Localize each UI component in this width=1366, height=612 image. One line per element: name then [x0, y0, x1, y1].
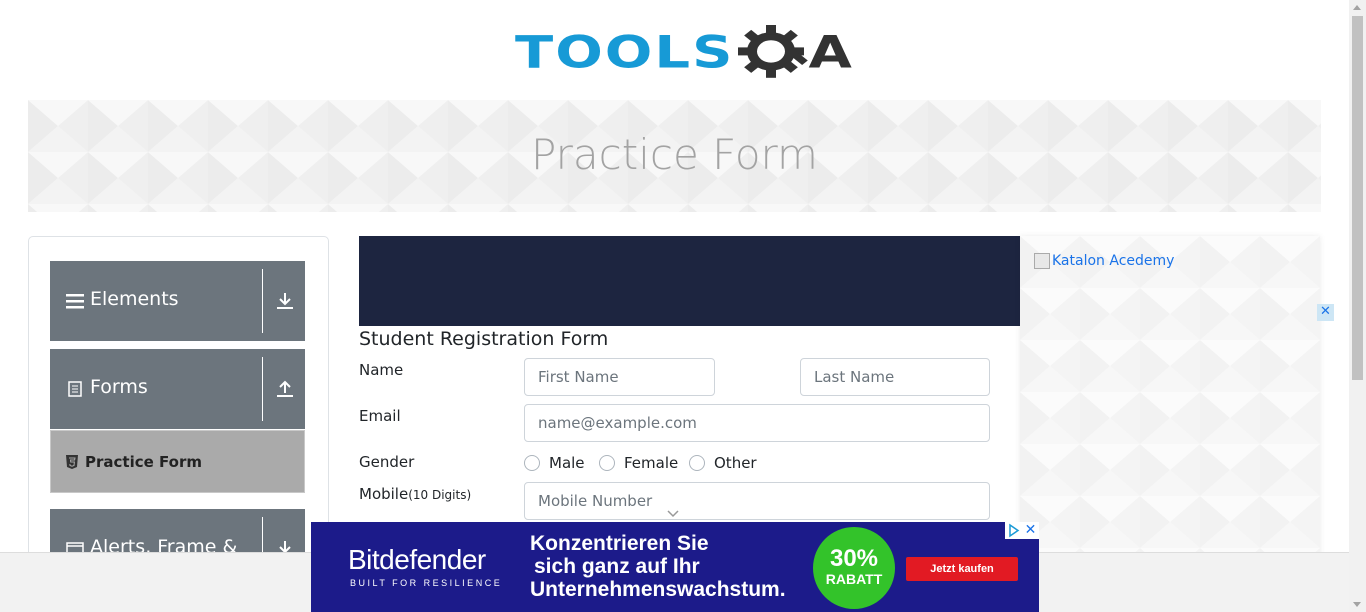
radio-label[interactable]: Male: [549, 454, 585, 472]
divider: [262, 269, 263, 333]
sidebar-group-label: Elements: [90, 288, 179, 310]
divider: [262, 357, 263, 421]
gender-radio-female[interactable]: Female: [599, 454, 678, 472]
radio-circle[interactable]: [524, 455, 540, 471]
name-label: Name: [359, 361, 404, 379]
scrollbar-thumb[interactable]: [1352, 16, 1363, 380]
gear-magnifier-icon: [738, 25, 809, 78]
download-arrow-icon: [277, 293, 293, 309]
right-ad[interactable]: Katalon Acedemy: [1020, 236, 1320, 566]
sidebar-group-elements[interactable]: Elements: [50, 261, 305, 341]
mobile-label-text: Mobile: [359, 485, 409, 503]
bitdefender-ad[interactable]: Bitdefender BUILT FOR RESILIENCE Konzent…: [311, 522, 1039, 612]
ad-tagline: BUILT FOR RESILIENCE: [350, 578, 503, 588]
mobile-input[interactable]: [524, 482, 990, 520]
form-title: Student Registration Form: [359, 328, 609, 350]
ad-brand: Bitdefender: [348, 544, 486, 575]
badge-percent: 30%: [829, 545, 879, 572]
html5-icon: [66, 455, 78, 469]
radio-label[interactable]: Other: [714, 454, 757, 472]
radio-label[interactable]: Female: [624, 454, 678, 472]
sidebar-group-label: Forms: [90, 376, 148, 398]
logo-a-letter: A: [808, 26, 852, 79]
email-label: Email: [359, 407, 401, 425]
ad-cta-button[interactable]: Jetzt kaufen: [906, 557, 1018, 581]
gender-radio-male[interactable]: Male: [524, 454, 585, 472]
ad-background-pattern: [1020, 236, 1320, 566]
page: TOOLS A Practice Form Elements Forms Pra…: [0, 0, 1366, 612]
logo-tools-text: TOOLS: [515, 26, 735, 79]
broken-image-icon: [1034, 253, 1050, 269]
hamburger-icon: [66, 294, 84, 309]
discount-badge: 30% RABATT: [813, 527, 895, 609]
page-title: Practice Form: [531, 130, 818, 179]
toolsqa-logo[interactable]: TOOLS A: [515, 16, 852, 90]
chevron-down-icon: [667, 510, 679, 518]
ad-headline-line: sich ganz auf Ihr: [534, 555, 700, 578]
gender-radio-other[interactable]: Other: [689, 454, 757, 472]
page-banner: Practice Form: [28, 100, 1321, 212]
radio-circle[interactable]: [599, 455, 615, 471]
ad-headline-line: Unternehmenswachstum.: [530, 578, 786, 601]
logo-qa-mark: A: [738, 23, 852, 82]
last-name-input[interactable]: [800, 358, 990, 396]
document-icon: [68, 381, 82, 397]
close-icon[interactable]: ✕: [1317, 304, 1334, 321]
play-triangle-icon: [1009, 523, 1020, 538]
scroll-up-icon[interactable]: [1353, 5, 1361, 10]
ad-headline: Konzentrieren Sie sich ganz auf Ihr Unte…: [530, 532, 786, 601]
katalon-ad-image[interactable]: Katalon Acedemy: [1034, 253, 1174, 269]
radio-circle[interactable]: [689, 455, 705, 471]
badge-text: RABATT: [825, 571, 883, 587]
adchoices-icon[interactable]: [1005, 522, 1022, 539]
mobile-hint: (10 Digits): [408, 488, 472, 502]
sidebar-item-label: Practice Form: [85, 453, 202, 471]
sidebar-item-practice-form[interactable]: Practice Form: [50, 430, 305, 493]
mobile-label: Mobile(10 Digits): [359, 485, 471, 503]
form-header-banner: [359, 236, 1020, 326]
scroll-down-icon[interactable]: [1353, 602, 1361, 607]
ad-alt-text: Katalon Acedemy: [1052, 253, 1175, 269]
ad-headline-line: Konzentrieren Sie: [530, 532, 709, 555]
gender-label: Gender: [359, 453, 415, 471]
close-icon[interactable]: ✕: [1022, 522, 1039, 539]
vertical-scrollbar[interactable]: [1349, 0, 1366, 612]
sidebar-group-forms[interactable]: Forms: [50, 349, 305, 429]
sidebar: Elements Forms Practice Form Alerts, Fra…: [28, 236, 329, 576]
email-input[interactable]: [524, 404, 990, 442]
first-name-input[interactable]: [524, 358, 715, 396]
upload-arrow-icon: [277, 380, 293, 397]
